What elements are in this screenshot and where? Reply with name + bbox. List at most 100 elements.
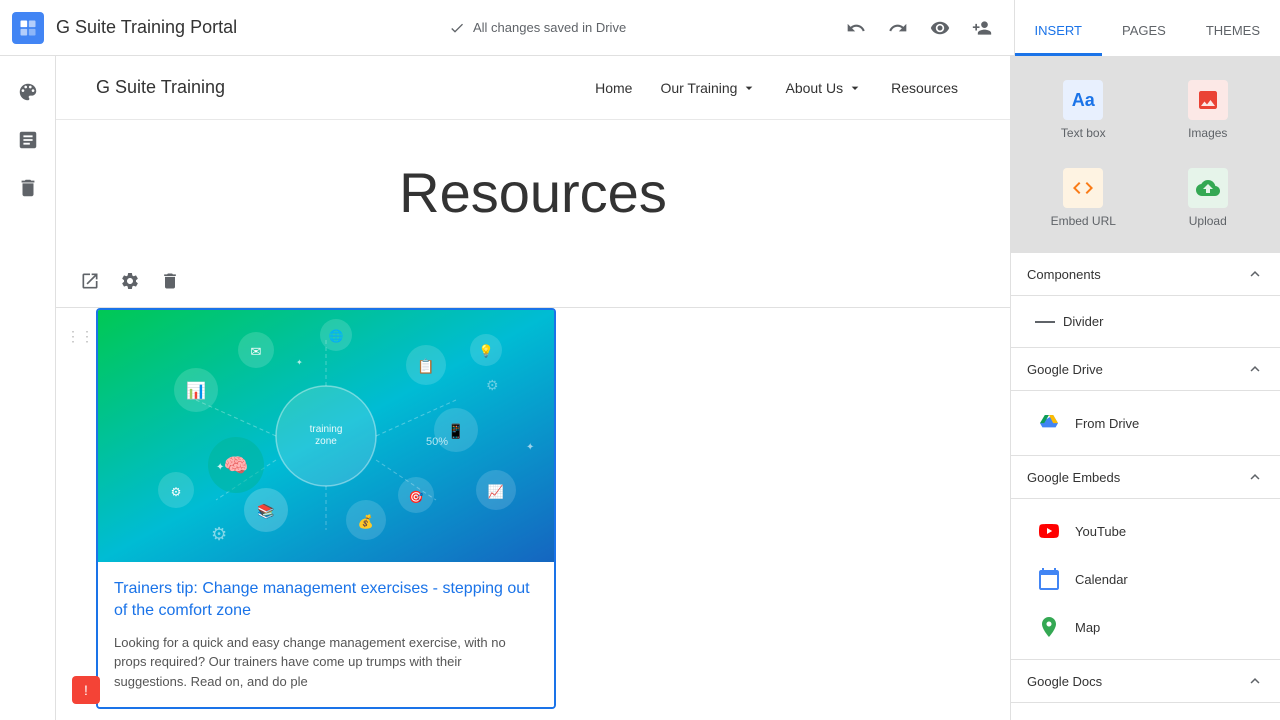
insert-textbox[interactable]: Aa Text box bbox=[1027, 72, 1140, 148]
nav-our-training[interactable]: Our Training bbox=[648, 72, 769, 104]
preview-button[interactable] bbox=[922, 10, 958, 46]
main-layout: G Suite Training Home Our Training About… bbox=[0, 56, 1280, 720]
map-item[interactable]: Map bbox=[1027, 603, 1264, 651]
card-title: Trainers tip: Change management exercise… bbox=[114, 578, 538, 623]
tab-themes[interactable]: THEMES bbox=[1186, 8, 1280, 56]
google-embeds-section-header[interactable]: Google Embeds bbox=[1011, 456, 1280, 499]
svg-text:📈: 📈 bbox=[488, 484, 504, 499]
insert-upload[interactable]: Upload bbox=[1152, 160, 1265, 236]
google-drive-content: From Drive bbox=[1011, 391, 1280, 456]
save-status: All changes saved in Drive bbox=[249, 20, 826, 36]
editor-tabs: INSERT PAGES THEMES bbox=[1014, 0, 1280, 56]
site-logo: G Suite Training bbox=[96, 77, 225, 98]
svg-text:🧠: 🧠 bbox=[224, 455, 249, 477]
toolbar-actions bbox=[838, 10, 1042, 46]
svg-text:🎯: 🎯 bbox=[409, 490, 424, 504]
svg-text:⚙: ⚙ bbox=[171, 485, 182, 499]
svg-text:✦: ✦ bbox=[526, 442, 534, 453]
calendar-label: Calendar bbox=[1075, 572, 1128, 587]
alert-icon[interactable]: ! bbox=[72, 676, 100, 704]
calendar-icon bbox=[1035, 565, 1063, 593]
theme-icon[interactable] bbox=[8, 72, 48, 112]
embed-url-label: Embed URL bbox=[1051, 214, 1116, 228]
svg-text:✦: ✦ bbox=[296, 358, 303, 367]
divider-icon bbox=[1035, 321, 1055, 323]
google-docs-section-header[interactable]: Google Docs bbox=[1011, 660, 1280, 703]
insert-images[interactable]: Images bbox=[1152, 72, 1265, 148]
block-settings-button[interactable] bbox=[112, 263, 148, 299]
divider-item[interactable]: Divider bbox=[1027, 304, 1264, 339]
page-title: Resources bbox=[56, 120, 1010, 255]
redo-button[interactable] bbox=[880, 10, 916, 46]
drive-icon bbox=[1035, 409, 1063, 437]
undo-button[interactable] bbox=[838, 10, 874, 46]
youtube-icon bbox=[1035, 517, 1063, 545]
google-docs-title: Google Docs bbox=[1027, 674, 1102, 689]
nav-home[interactable]: Home bbox=[583, 72, 644, 104]
svg-text:💡: 💡 bbox=[479, 344, 494, 358]
tab-pages[interactable]: PAGES bbox=[1102, 8, 1186, 56]
google-embeds-content: YouTube Calendar Map bbox=[1011, 499, 1280, 660]
svg-text:✉: ✉ bbox=[251, 344, 262, 359]
tab-insert[interactable]: INSERT bbox=[1015, 8, 1102, 56]
drag-handle[interactable]: ⋮⋮ bbox=[66, 328, 94, 345]
youtube-item[interactable]: YouTube bbox=[1027, 507, 1264, 555]
svg-text:🌐: 🌐 bbox=[329, 329, 344, 343]
components-content: Divider bbox=[1011, 296, 1280, 348]
block-delete-button[interactable] bbox=[152, 263, 188, 299]
svg-text:📊: 📊 bbox=[186, 381, 206, 400]
app-title: G Suite Training Portal bbox=[56, 17, 237, 38]
pages-icon[interactable] bbox=[8, 120, 48, 160]
card-text: Looking for a quick and easy change mana… bbox=[114, 633, 538, 692]
card-image: training zone 📊 bbox=[98, 310, 554, 562]
svg-text:📋: 📋 bbox=[417, 358, 434, 375]
map-icon bbox=[1035, 613, 1063, 641]
left-sidebar bbox=[0, 56, 56, 720]
divider-label: Divider bbox=[1063, 314, 1103, 329]
svg-text:⚙: ⚙ bbox=[486, 377, 499, 393]
app-icon[interactable] bbox=[12, 12, 44, 44]
insert-grid: Aa Text box Images Embed URL Upload bbox=[1011, 56, 1280, 253]
upload-icon bbox=[1188, 168, 1228, 208]
textbox-icon: Aa bbox=[1063, 80, 1103, 120]
svg-text:50%: 50% bbox=[426, 436, 448, 448]
youtube-label: YouTube bbox=[1075, 524, 1126, 539]
article-card[interactable]: training zone 📊 bbox=[96, 308, 556, 709]
embed-url-icon bbox=[1063, 168, 1103, 208]
insert-embed-url[interactable]: Embed URL bbox=[1027, 160, 1140, 236]
textbox-label: Text box bbox=[1061, 126, 1106, 140]
svg-text:💰: 💰 bbox=[358, 514, 374, 530]
nav-resources[interactable]: Resources bbox=[879, 72, 970, 104]
svg-text:✦: ✦ bbox=[216, 462, 224, 473]
from-drive-label: From Drive bbox=[1075, 416, 1139, 431]
components-section-header[interactable]: Components bbox=[1011, 253, 1280, 296]
right-sidebar: Aa Text box Images Embed URL Upload bbox=[1010, 56, 1280, 720]
calendar-item[interactable]: Calendar bbox=[1027, 555, 1264, 603]
docs-item[interactable]: Docs bbox=[1027, 711, 1264, 720]
add-people-button[interactable] bbox=[964, 10, 1000, 46]
block-toolbar bbox=[56, 255, 1010, 308]
google-docs-content: Docs Slides Sheets bbox=[1011, 703, 1280, 720]
google-drive-section-header[interactable]: Google Drive bbox=[1011, 348, 1280, 391]
components-title: Components bbox=[1027, 267, 1101, 282]
content-section: ⋮⋮ bbox=[56, 308, 1010, 720]
status-text: All changes saved in Drive bbox=[473, 20, 626, 35]
google-embeds-title: Google Embeds bbox=[1027, 470, 1120, 485]
svg-text:training: training bbox=[310, 424, 343, 435]
from-drive-item[interactable]: From Drive bbox=[1027, 399, 1264, 447]
map-label: Map bbox=[1075, 620, 1100, 635]
svg-text:📚: 📚 bbox=[257, 503, 274, 520]
block-open-button[interactable] bbox=[72, 263, 108, 299]
top-bar: G Suite Training Portal All changes save… bbox=[0, 0, 1280, 56]
images-label: Images bbox=[1188, 126, 1227, 140]
website-preview: G Suite Training Home Our Training About… bbox=[56, 56, 1010, 720]
nav-about-us[interactable]: About Us bbox=[773, 72, 875, 104]
delete-icon[interactable] bbox=[8, 168, 48, 208]
canvas-area[interactable]: G Suite Training Home Our Training About… bbox=[56, 56, 1010, 720]
images-icon bbox=[1188, 80, 1228, 120]
upload-label: Upload bbox=[1189, 214, 1227, 228]
google-drive-title: Google Drive bbox=[1027, 362, 1103, 377]
svg-text:⚙: ⚙ bbox=[211, 524, 227, 544]
card-body: Trainers tip: Change management exercise… bbox=[98, 562, 554, 707]
site-nav: G Suite Training Home Our Training About… bbox=[56, 56, 1010, 120]
